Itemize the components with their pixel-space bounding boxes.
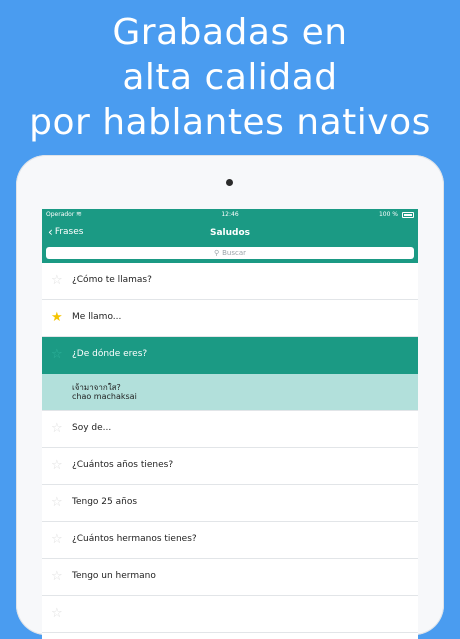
star-icon[interactable]: ☆ (51, 273, 63, 288)
battery-percent: 100 % (378, 211, 398, 218)
star-icon[interactable]: ☆ (51, 606, 63, 621)
list-item-selected[interactable]: ☆ ¿De dónde eres? (42, 337, 418, 374)
headline-line-1: Grabadas en (112, 12, 348, 53)
phrase-label: Tengo 25 años (72, 497, 138, 507)
phrase-label: Tengo un hermano (72, 571, 156, 581)
phrase-label: Soy de... (72, 423, 112, 433)
list-item[interactable]: ☆ Tengo un hermano (42, 559, 418, 596)
star-icon[interactable]: ☆ (51, 421, 63, 436)
star-icon[interactable]: ☆ (51, 458, 63, 473)
list-item[interactable]: ★ Me llamo... (42, 300, 418, 337)
list-item[interactable]: ☆ Soy de... (42, 411, 418, 448)
phrase-label: ¿Cuántos hermanos tienes? (72, 534, 197, 544)
star-icon[interactable]: ☆ (51, 347, 63, 362)
headline-line-2: alta calidad (122, 57, 338, 98)
list-item[interactable]: ☆ ¿Cuántos hermanos tienes? (42, 522, 418, 559)
promo-headline: Grabadas en alta calidad por hablantes n… (0, 10, 460, 145)
ipad-frame: Operador ≋ 12:46 100 % ‹ Frases Saludos … (16, 155, 444, 639)
camera-dot (226, 179, 233, 186)
star-icon[interactable]: ☆ (51, 532, 63, 547)
headline-line-3: por hablantes nativos (29, 102, 431, 143)
clock: 12:46 (221, 211, 239, 218)
phrase-label: Me llamo... (72, 312, 122, 322)
search-icon: ⚲ (213, 249, 220, 257)
star-filled-icon[interactable]: ★ (51, 310, 63, 325)
phrase-label: ¿Cómo te llamas? (72, 275, 152, 285)
star-icon[interactable]: ☆ (51, 495, 63, 510)
translation-detail[interactable]: เจ้ามาจากใส? chao machaksai (42, 374, 418, 411)
list-item[interactable]: ☆ ¿Cuántos años tienes? (42, 448, 418, 485)
list-item[interactable]: ☆ (42, 596, 418, 633)
page-title: Saludos (209, 228, 251, 238)
search-placeholder: Buscar (222, 249, 247, 257)
navigation-bar: ‹ Frases Saludos (42, 221, 418, 245)
app-screen: Operador ≋ 12:46 100 % ‹ Frases Saludos … (42, 209, 418, 639)
list-item[interactable]: ☆ Tengo 25 años (42, 485, 418, 522)
list-item[interactable]: ☆ ¿Cómo te llamas? (42, 263, 418, 300)
status-bar: Operador ≋ 12:46 100 % (42, 209, 418, 221)
phrase-list: ☆ ¿Cómo te llamas? ★ Me llamo... ☆ ¿De d… (42, 263, 418, 633)
phrase-label: ¿De dónde eres? (72, 349, 148, 359)
phrase-label: ¿Cuántos años tienes? (72, 460, 174, 470)
search-bar: ⚲ Buscar (42, 245, 418, 263)
star-icon[interactable]: ☆ (51, 569, 63, 584)
romanization: chao machaksai (72, 392, 137, 401)
search-input[interactable]: ⚲ Buscar (46, 247, 414, 259)
battery-icon (402, 212, 414, 218)
